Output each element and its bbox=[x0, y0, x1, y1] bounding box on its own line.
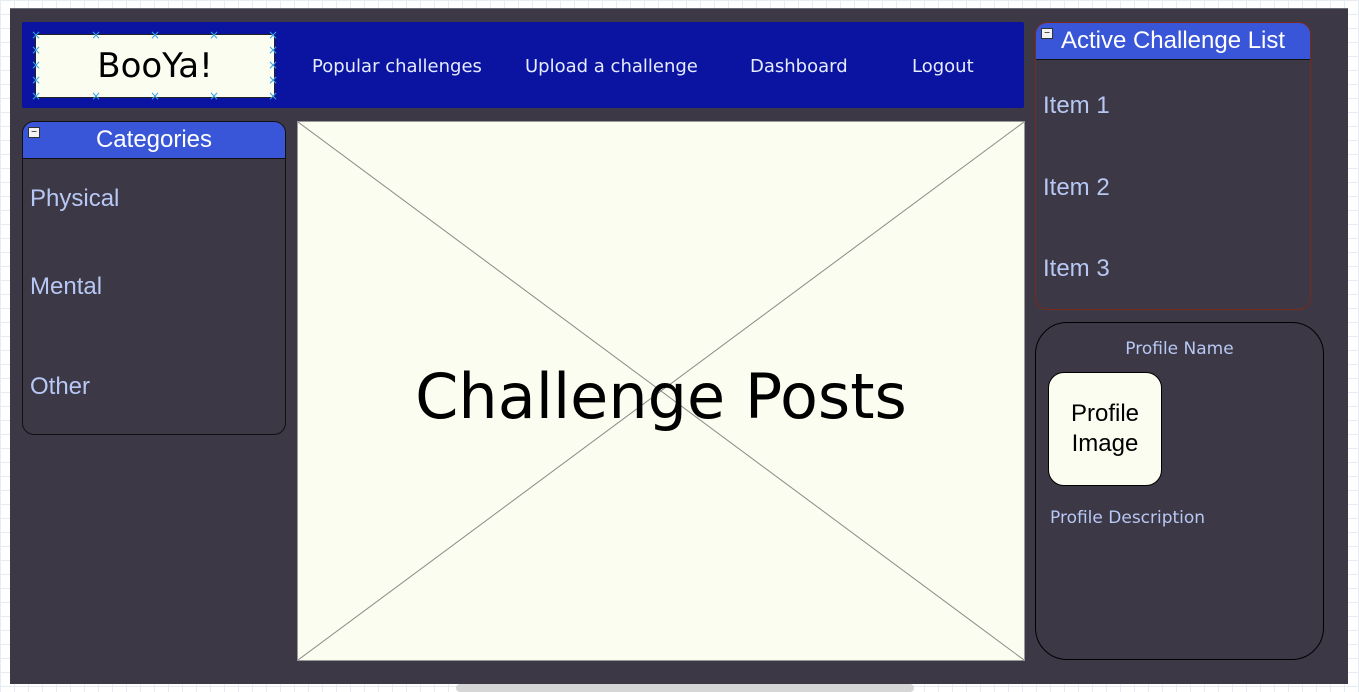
selection-handle[interactable]: × bbox=[31, 90, 41, 102]
active-challenge-panel: Active Challenge List − Item 1 Item 2 It… bbox=[1035, 22, 1311, 310]
active-challenge-title: Active Challenge List bbox=[1060, 27, 1286, 54]
profile-description: Profile Description bbox=[1050, 508, 1206, 528]
categories-header: Categories bbox=[23, 122, 285, 159]
nav-dashboard[interactable]: Dashboard bbox=[750, 56, 848, 77]
selection-handle[interactable]: × bbox=[150, 29, 160, 41]
collapse-icon[interactable]: − bbox=[1041, 28, 1053, 39]
category-item-mental[interactable]: Mental bbox=[30, 273, 102, 301]
category-item-physical[interactable]: Physical bbox=[30, 185, 119, 213]
selection-handle[interactable]: × bbox=[91, 29, 101, 41]
selection-handle[interactable]: × bbox=[268, 44, 278, 56]
nav-logout[interactable]: Logout bbox=[912, 56, 974, 77]
profile-name[interactable]: Profile Name bbox=[1036, 339, 1323, 359]
profile-card: Profile Name Profile Image Profile Descr… bbox=[1035, 322, 1324, 660]
selection-handle[interactable]: × bbox=[268, 29, 278, 41]
selection-handle[interactable]: × bbox=[31, 74, 41, 86]
active-challenge-item[interactable]: Item 2 bbox=[1043, 174, 1110, 202]
collapse-icon[interactable]: − bbox=[28, 127, 40, 138]
category-item-other[interactable]: Other bbox=[30, 373, 90, 401]
selection-handle[interactable]: × bbox=[91, 90, 101, 102]
selection-handle[interactable]: × bbox=[268, 74, 278, 86]
active-challenge-header: Active Challenge List bbox=[1036, 23, 1310, 60]
categories-panel: Categories − Physical Mental Other bbox=[22, 121, 286, 435]
selection-handle[interactable]: × bbox=[31, 44, 41, 56]
selection-handle[interactable]: × bbox=[31, 29, 41, 41]
active-challenge-item[interactable]: Item 1 bbox=[1043, 92, 1110, 120]
profile-image[interactable]: Profile Image bbox=[1048, 372, 1162, 486]
nav-upload-challenge[interactable]: Upload a challenge bbox=[525, 56, 698, 77]
challenge-posts-title: Challenge Posts bbox=[415, 360, 907, 433]
selection-handle[interactable]: × bbox=[209, 90, 219, 102]
categories-title: Categories bbox=[95, 126, 213, 153]
challenge-posts-placeholder: Challenge Posts bbox=[297, 121, 1025, 661]
selection-handle[interactable]: × bbox=[31, 59, 41, 71]
active-challenge-item[interactable]: Item 3 bbox=[1043, 255, 1110, 283]
profile-image-label: Profile bbox=[1070, 400, 1140, 427]
nav-popular-challenges[interactable]: Popular challenges bbox=[312, 56, 482, 77]
logo-text: BooYa! bbox=[97, 46, 213, 86]
selection-handle[interactable]: × bbox=[268, 59, 278, 71]
horizontal-scrollbar[interactable] bbox=[456, 684, 914, 692]
profile-image-label: Image bbox=[1071, 430, 1139, 457]
selection-handle[interactable]: × bbox=[268, 90, 278, 102]
selection-handle[interactable]: × bbox=[209, 29, 219, 41]
selection-handle[interactable]: × bbox=[150, 90, 160, 102]
